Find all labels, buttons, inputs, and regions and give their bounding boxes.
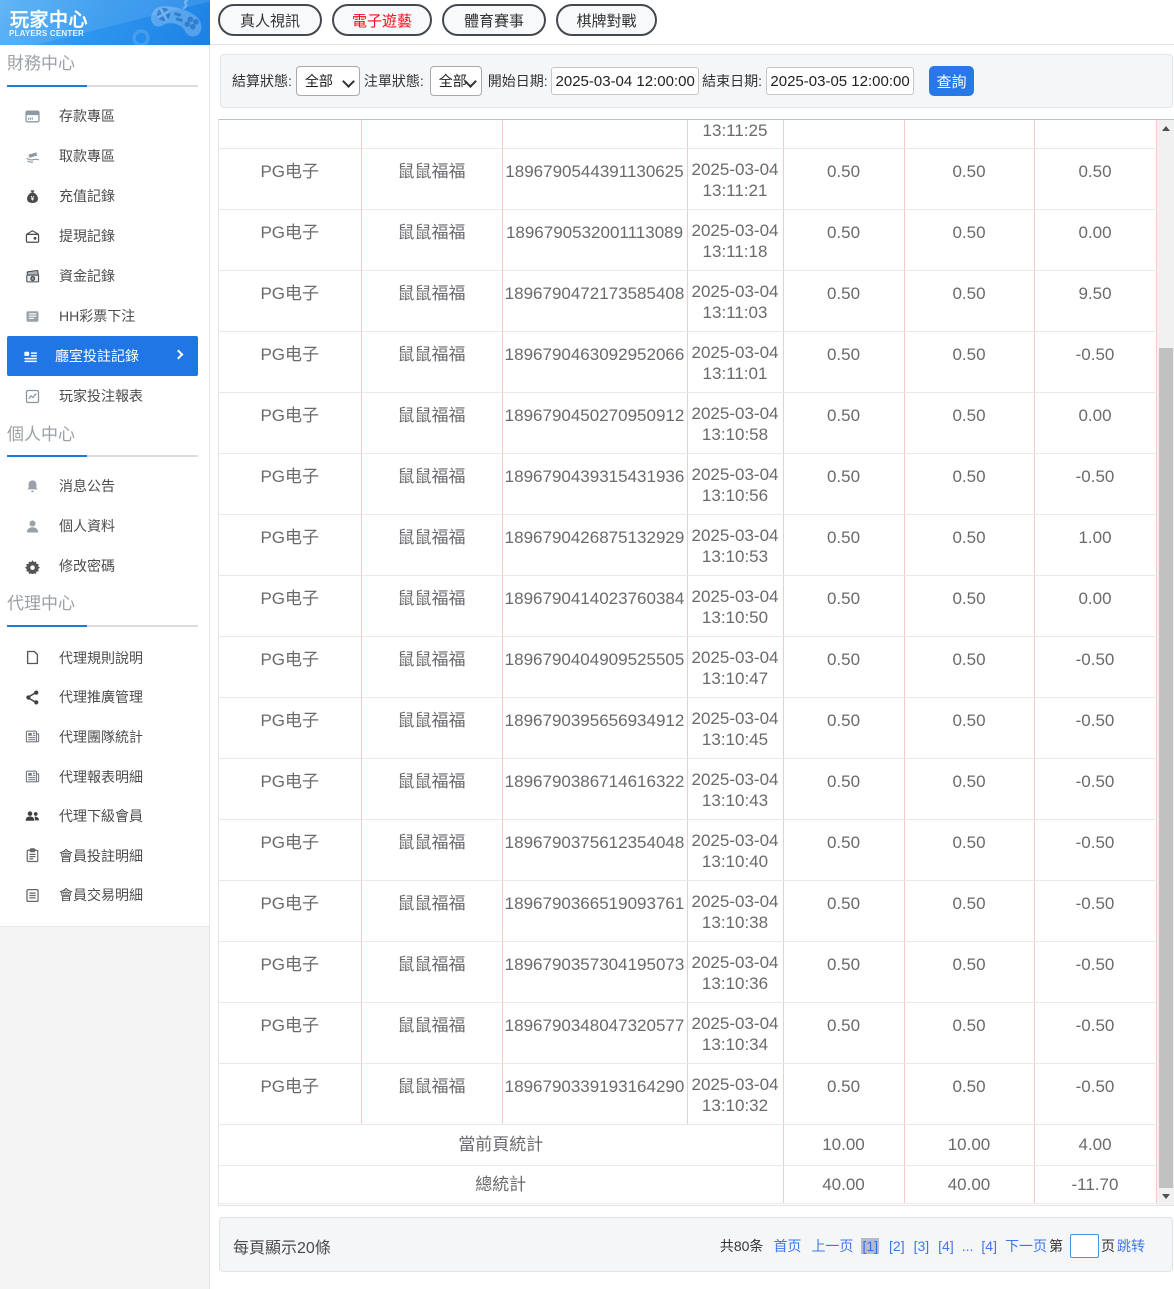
svg-text:¥: ¥	[31, 195, 35, 202]
svg-text:0: 0	[31, 276, 34, 281]
